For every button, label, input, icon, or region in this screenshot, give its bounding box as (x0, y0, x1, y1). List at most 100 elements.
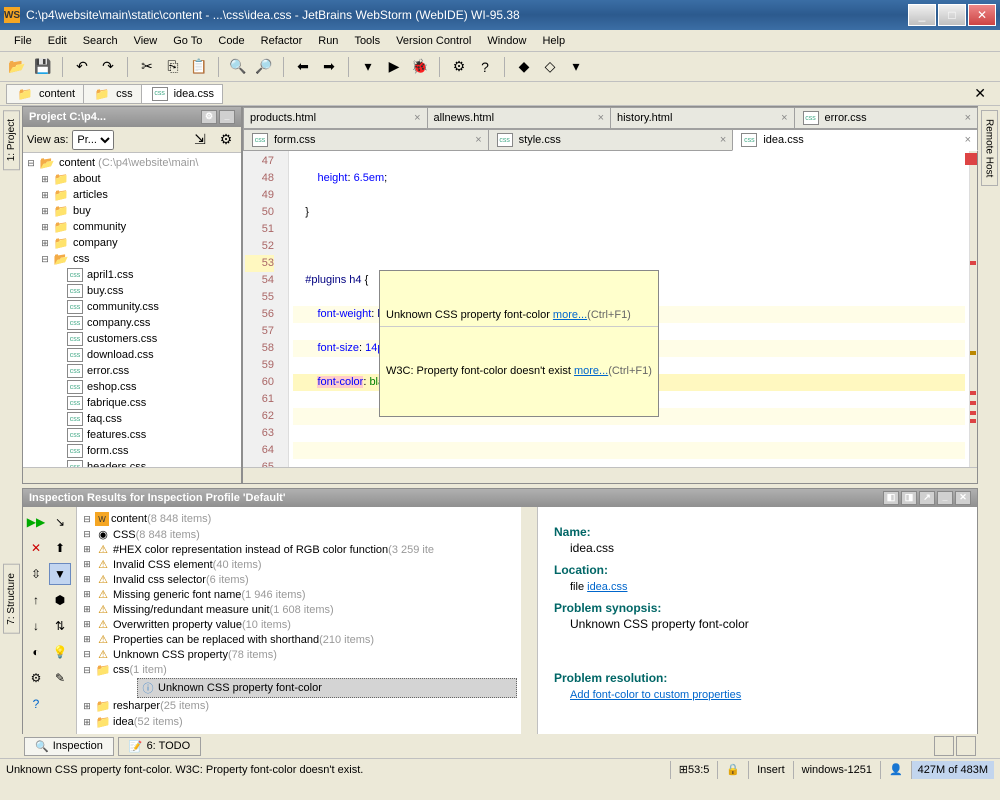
tab-form[interactable]: form.css× (243, 129, 489, 151)
error-mark[interactable] (970, 391, 976, 395)
next-button[interactable]: ↓ (25, 615, 47, 637)
help-button[interactable]: ? (474, 56, 496, 78)
remote-host-tab[interactable]: Remote Host (981, 110, 998, 186)
view-as-select[interactable]: Pr... (72, 130, 114, 150)
file-item[interactable]: community.css (85, 301, 159, 313)
file-item[interactable]: eshop.css (85, 381, 137, 393)
file-item[interactable]: company.css (85, 317, 150, 329)
minimize-button[interactable]: _ (908, 4, 936, 26)
structure-toolwindow-tab[interactable]: 7: Structure (3, 564, 20, 634)
extra2-button[interactable]: ◇ (539, 56, 561, 78)
menu-code[interactable]: Code (210, 33, 252, 49)
inspection-vscrollbar[interactable] (521, 507, 537, 734)
breadcrumb-css[interactable]: css (83, 84, 142, 104)
file-item[interactable]: buy.css (85, 285, 123, 297)
expand-button[interactable]: ⇳ (25, 563, 47, 585)
panel-btn[interactable]: ◧ (883, 491, 899, 505)
status-person-icon[interactable]: 👤 (880, 761, 911, 779)
forward-button[interactable]: ➡ (318, 56, 340, 78)
tab-close-icon[interactable]: × (414, 112, 420, 124)
edit-button[interactable]: ✎ (49, 667, 71, 689)
diff-button[interactable]: ◐ (25, 641, 47, 663)
resolution-link[interactable]: Add font-color to custom properties (570, 689, 741, 701)
save-button[interactable]: 💾 (32, 56, 54, 78)
project-tree[interactable]: ⊟content (C:\p4\website\main\ ⊞about ⊞ar… (23, 153, 241, 467)
help-button[interactable]: ? (25, 693, 47, 715)
extra3-button[interactable]: ▾ (565, 56, 587, 78)
menu-run[interactable]: Run (310, 33, 346, 49)
breadcrumb-close[interactable]: ✕ (966, 85, 994, 102)
tab-history[interactable]: history.html× (610, 107, 795, 129)
menu-vcs[interactable]: Version Control (388, 33, 479, 49)
extra1-button[interactable]: ◆ (513, 56, 535, 78)
file-item[interactable]: customers.css (85, 333, 157, 345)
run-button[interactable]: ▶ (383, 56, 405, 78)
file-item[interactable]: april1.css (85, 269, 133, 281)
menu-refactor[interactable]: Refactor (253, 33, 311, 49)
menu-search[interactable]: Search (75, 33, 126, 49)
cut-button[interactable]: ✂ (136, 56, 158, 78)
filter-button[interactable]: ▼ (49, 563, 71, 585)
inspection-tab[interactable]: 🔍 Inspection (24, 737, 114, 756)
tab-products[interactable]: products.html× (243, 107, 428, 129)
tooltip-more-link[interactable]: more... (574, 365, 608, 377)
project-hscrollbar[interactable] (23, 467, 241, 483)
collapse-button[interactable]: ⇲ (189, 129, 211, 151)
paste-button[interactable]: 📋 (188, 56, 210, 78)
redo-button[interactable]: ↷ (97, 56, 119, 78)
menu-goto[interactable]: Go To (165, 33, 210, 49)
editor-gutter[interactable]: 474849 505152 535455 565758 596061 62636… (243, 151, 289, 467)
close-button[interactable]: ↘ (49, 511, 71, 533)
settings-button[interactable]: ⚙ (448, 56, 470, 78)
status-encoding[interactable]: windows-1251 (793, 761, 880, 779)
error-mark[interactable] (970, 419, 976, 423)
status-lock-icon[interactable]: 🔒 (717, 761, 748, 779)
tab-close-icon[interactable]: × (598, 112, 604, 124)
settings-button[interactable]: ⚙ (25, 667, 47, 689)
prev-button[interactable]: ↑ (25, 589, 47, 611)
editor-hscrollbar[interactable] (243, 467, 977, 483)
export-button[interactable]: ⬆ (49, 537, 71, 559)
error-stripe[interactable] (969, 151, 977, 467)
file-item[interactable]: faq.css (85, 413, 122, 425)
file-item[interactable]: error.css (85, 365, 129, 377)
tab-error[interactable]: error.css× (794, 107, 979, 129)
fix-button[interactable]: 💡 (49, 641, 71, 663)
menu-view[interactable]: View (126, 33, 166, 49)
tab-allnews[interactable]: allnews.html× (427, 107, 612, 129)
replace-button[interactable]: 🔎 (253, 56, 275, 78)
panel-btn[interactable]: ◨ (901, 491, 917, 505)
file-item[interactable]: form.css (85, 445, 129, 457)
panel-minimize-icon[interactable]: _ (937, 491, 953, 505)
location-link[interactable]: idea.css (587, 581, 627, 593)
error-mark[interactable] (970, 411, 976, 415)
file-item[interactable]: features.css (85, 429, 146, 441)
warning-mark[interactable] (970, 351, 976, 355)
tab-style[interactable]: style.css× (488, 129, 734, 151)
inspection-selected-item[interactable]: Unknown CSS property font-color (158, 682, 322, 694)
project-toolwindow-tab[interactable]: 1: Project (3, 110, 20, 170)
code-area[interactable]: height: 6.5em; } #plugins h4 { font-weig… (289, 151, 969, 467)
error-mark[interactable] (970, 401, 976, 405)
status-position[interactable]: ⊞ 53:5 (670, 761, 718, 779)
close-button[interactable]: ✕ (968, 4, 996, 26)
open-button[interactable]: 📂 (6, 56, 28, 78)
tree-toggle[interactable]: ⊞ (39, 238, 51, 249)
tree-toggle[interactable]: ⊞ (39, 222, 51, 233)
tree-toggle[interactable]: ⊞ (39, 206, 51, 217)
status-insert[interactable]: Insert (748, 761, 793, 779)
menu-tools[interactable]: Tools (346, 33, 388, 49)
menu-file[interactable]: File (6, 33, 40, 49)
autoscroll-button[interactable]: ⇅ (49, 615, 71, 637)
tab-idea[interactable]: idea.css× (732, 129, 978, 151)
tab-close-icon[interactable]: × (475, 134, 481, 146)
menu-edit[interactable]: Edit (40, 33, 75, 49)
tab-close-icon[interactable]: × (781, 112, 787, 124)
editor-body[interactable]: 474849 505152 535455 565758 596061 62636… (243, 151, 977, 467)
group-button[interactable]: ⬢ (49, 589, 71, 611)
inspection-tree[interactable]: ⊟Wcontent (8 848 items) ⊟◉CSS (8 848 ite… (77, 507, 521, 734)
tooltip-more-link[interactable]: more... (553, 309, 587, 321)
error-mark[interactable] (970, 261, 976, 265)
tree-toggle[interactable]: ⊞ (39, 174, 51, 185)
todo-tab[interactable]: 📝 6: TODO (118, 737, 201, 756)
